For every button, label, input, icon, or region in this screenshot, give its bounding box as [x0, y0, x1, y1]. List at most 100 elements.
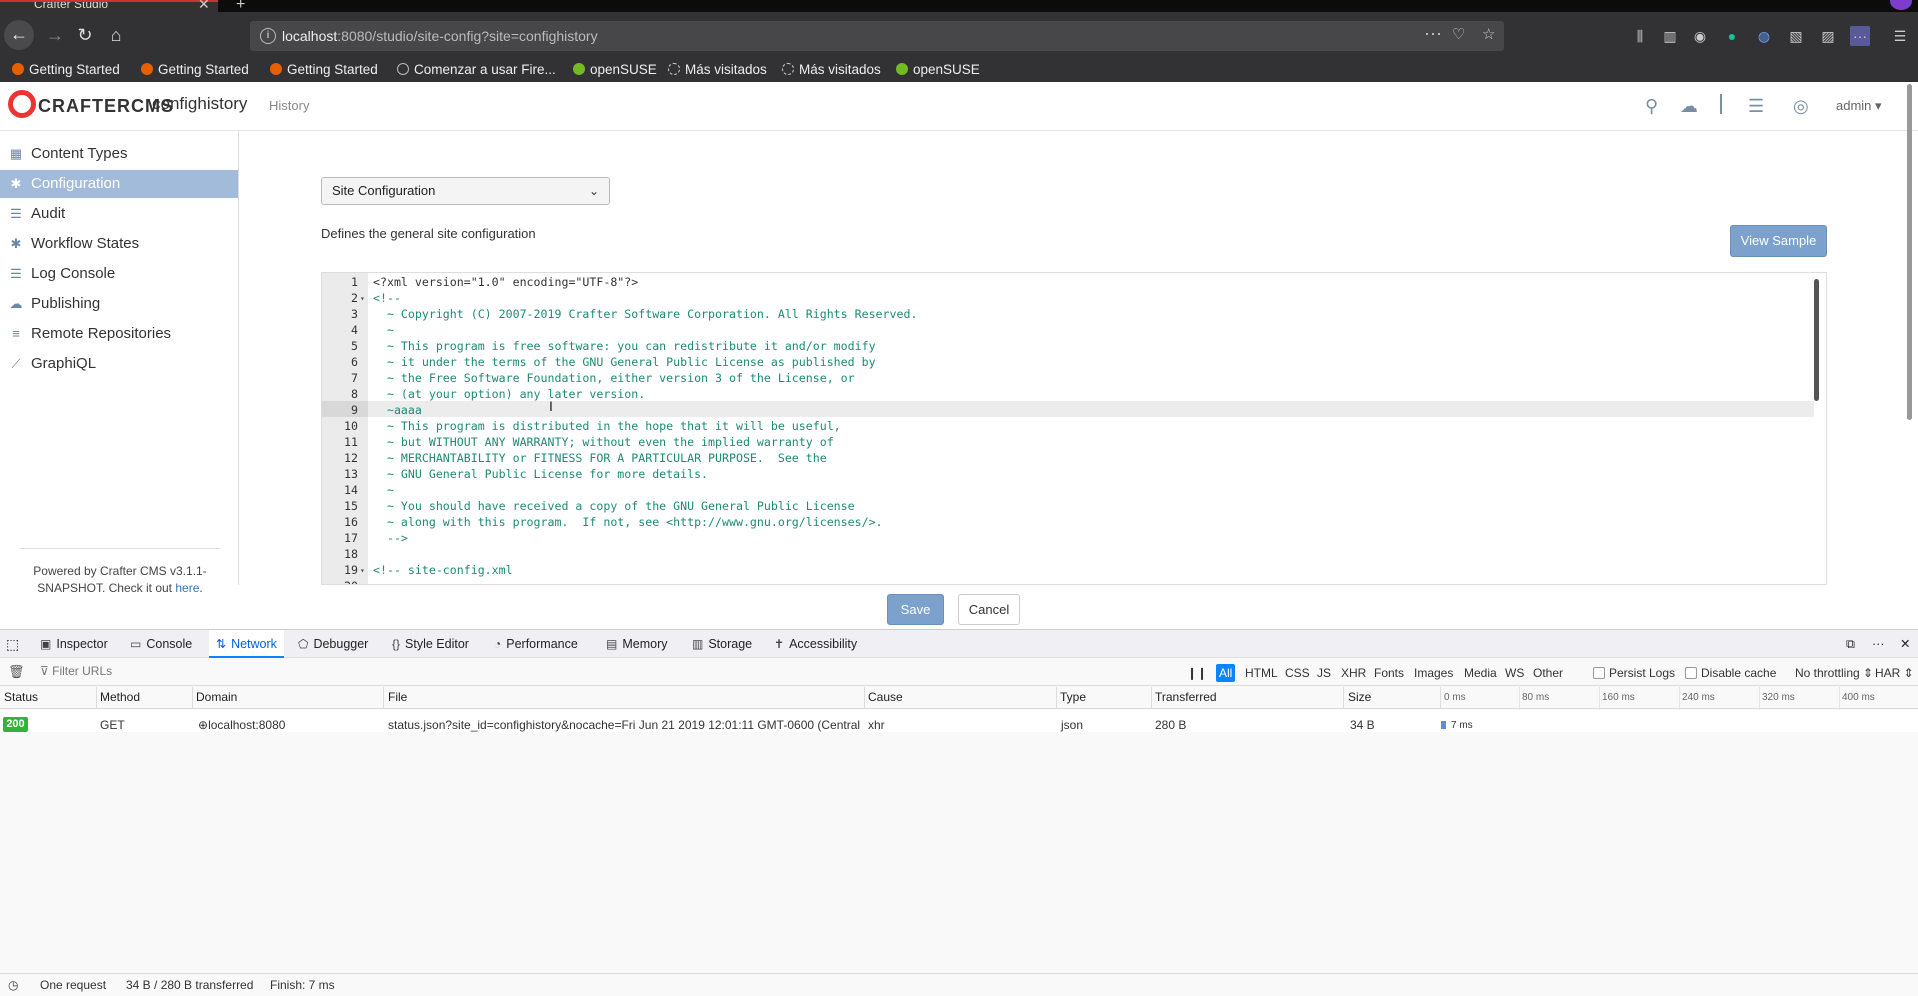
- bookmark-item[interactable]: openSUSE: [573, 58, 657, 82]
- bookmark-item[interactable]: Getting Started: [270, 58, 378, 82]
- col-size[interactable]: Size: [1348, 690, 1371, 704]
- filter-type-css[interactable]: CSS: [1282, 664, 1313, 682]
- sidebar-item-audit[interactable]: ☰ Audit: [0, 200, 238, 228]
- extension-globe-icon[interactable]: ◍: [1754, 26, 1774, 46]
- close-devtools-icon[interactable]: ✕: [1900, 630, 1910, 658]
- powered-here-link[interactable]: here: [175, 581, 199, 595]
- line-number: 12: [344, 451, 358, 465]
- extension-k-icon[interactable]: ▨: [1818, 26, 1838, 46]
- library-icon[interactable]: ⫼: [1630, 26, 1650, 46]
- fold-toggle-icon[interactable]: ▾: [360, 294, 365, 303]
- col-domain[interactable]: Domain: [196, 690, 237, 704]
- cloud-upload-icon[interactable]: ☁: [1680, 96, 1698, 117]
- bookmark-item[interactable]: Getting Started: [141, 58, 249, 82]
- site-info-icon[interactable]: i: [260, 28, 276, 44]
- menu-icon[interactable]: ☰: [1748, 96, 1764, 117]
- bookmark-item[interactable]: Comenzar a usar Fire...: [397, 58, 556, 82]
- sidebar-item-configuration[interactable]: ✱ Configuration: [0, 170, 238, 198]
- url-bar[interactable]: localhost:8080/studio/site-config?site=c…: [250, 21, 1504, 51]
- grammarly-icon[interactable]: ●: [1722, 26, 1742, 46]
- config-file-select[interactable]: Site Configuration ⌄: [321, 177, 610, 205]
- tab-performance[interactable]: ◔ Performance: [494, 630, 578, 658]
- extension-icon[interactable]: ▧: [1786, 26, 1806, 46]
- sidebar-item-remote-repositories[interactable]: ≡ Remote Repositories: [0, 320, 238, 348]
- reload-icon[interactable]: ↻: [70, 21, 100, 49]
- bookmark-item[interactable]: Getting Started: [12, 58, 120, 82]
- save-button[interactable]: Save: [887, 594, 944, 625]
- har-menu[interactable]: HAR ⇕: [1872, 664, 1917, 682]
- browser-tab-crafter-studio[interactable]: Crafter Studio: [0, 0, 218, 12]
- filter-type-xhr[interactable]: XHR: [1338, 664, 1369, 682]
- tab-accessibility[interactable]: ✝ Accessibility: [774, 630, 857, 658]
- line-number: 4: [351, 323, 358, 337]
- editor-scrollbar[interactable]: [1814, 279, 1819, 401]
- page-actions-icon[interactable]: ···: [1424, 23, 1442, 44]
- trash-icon[interactable]: 🗑: [8, 664, 25, 680]
- back-arrow-icon[interactable]: ←: [4, 20, 34, 50]
- tab-debugger[interactable]: ⬠ Debugger: [298, 630, 368, 658]
- page-scrollbar[interactable]: [1907, 84, 1912, 420]
- dock-side-icon[interactable]: ⧉: [1846, 630, 1855, 658]
- forward-arrow-icon[interactable]: →: [40, 21, 70, 49]
- col-file[interactable]: File: [388, 690, 407, 704]
- sidebar-item-log-console[interactable]: ☰ Log Console: [0, 260, 238, 288]
- tab-network[interactable]: ⇅ Network: [209, 630, 284, 658]
- tab-storage[interactable]: ▥ Storage: [692, 630, 752, 658]
- tab-console[interactable]: ▭ Console: [130, 630, 192, 658]
- filter-type-images[interactable]: Images: [1411, 664, 1456, 682]
- stopwatch-icon[interactable]: ◷: [8, 978, 18, 992]
- col-transferred[interactable]: Transferred: [1155, 690, 1217, 704]
- sidebar-toggle-icon[interactable]: ▥: [1660, 26, 1680, 46]
- col-type[interactable]: Type: [1060, 690, 1086, 704]
- tab-style-editor[interactable]: {} Style Editor: [392, 630, 469, 658]
- persist-logs-checkbox[interactable]: Persist Logs: [1590, 664, 1678, 682]
- browser-menu-icon[interactable]: ☰: [1890, 26, 1910, 46]
- cancel-button[interactable]: Cancel: [958, 594, 1020, 625]
- search-icon[interactable]: ⚲: [1645, 96, 1658, 117]
- bookmark-star-icon[interactable]: ☆: [1482, 25, 1495, 43]
- crafter-logo[interactable]: CRAFTERCMS: [8, 90, 174, 120]
- bookmark-label: Más visitados: [799, 62, 881, 77]
- bookmark-item[interactable]: Más visitados: [668, 58, 767, 82]
- filter-urls-input[interactable]: ⊽ Filter URLs: [40, 664, 340, 682]
- help-lifebuoy-icon[interactable]: ◎: [1793, 96, 1809, 117]
- filter-type-js[interactable]: JS: [1314, 664, 1334, 682]
- filter-type-other[interactable]: Other: [1530, 664, 1566, 682]
- filter-type-fonts[interactable]: Fonts: [1371, 664, 1407, 682]
- filter-type-ws[interactable]: WS: [1502, 664, 1527, 682]
- sidebar-item-publishing[interactable]: ☁ Publishing: [0, 290, 238, 318]
- site-name[interactable]: confighistory: [152, 94, 247, 114]
- tab-label: Inspector: [56, 637, 108, 651]
- fold-toggle-icon[interactable]: ▾: [360, 566, 365, 575]
- col-method[interactable]: Method: [100, 690, 140, 704]
- home-icon[interactable]: ⌂: [101, 21, 131, 49]
- tab-memory[interactable]: ▤ Memory: [606, 630, 668, 658]
- sidebar-item-workflow-states[interactable]: ✱ Workflow States: [0, 230, 238, 258]
- extension-overflow-icon[interactable]: ···: [1850, 26, 1870, 46]
- disable-cache-checkbox[interactable]: Disable cache: [1682, 664, 1779, 682]
- filter-type-html[interactable]: HTML: [1242, 664, 1281, 682]
- account-icon[interactable]: ◉: [1690, 26, 1710, 46]
- devtools-options-icon[interactable]: ···: [1872, 630, 1885, 658]
- sidebar-item-graphiql[interactable]: ⟋ GraphiQL: [0, 350, 238, 378]
- code-editor[interactable]: 1 <?xml version="1.0" encoding="UTF-8"?> 2…: [321, 272, 1827, 585]
- table-row[interactable]: [0, 710, 1918, 732]
- filter-type-media[interactable]: Media: [1461, 664, 1500, 682]
- col-status[interactable]: Status: [4, 690, 38, 704]
- bookmark-item[interactable]: Más visitados: [782, 58, 881, 82]
- history-link[interactable]: History: [269, 98, 309, 113]
- waterfall-bar: [1441, 721, 1446, 729]
- view-sample-button[interactable]: View Sample: [1730, 225, 1827, 257]
- sidebar-item-content-types[interactable]: ▦ Content Types: [0, 140, 238, 168]
- col-cause[interactable]: Cause: [868, 690, 903, 704]
- element-picker-icon[interactable]: ⬚: [6, 630, 19, 658]
- bookmark-label: openSUSE: [913, 62, 980, 77]
- user-menu[interactable]: admin ▾: [1836, 98, 1882, 114]
- filter-type-all[interactable]: All: [1216, 664, 1236, 682]
- pocket-icon[interactable]: ♡: [1452, 25, 1465, 43]
- tab-inspector[interactable]: ▣ Inspector: [40, 630, 108, 658]
- bookmark-item[interactable]: openSUSE: [896, 58, 980, 82]
- pause-icon[interactable]: ❙❙: [1184, 664, 1210, 682]
- throttling-select[interactable]: No throttling ⇕: [1792, 664, 1876, 682]
- list-icon: ☰: [10, 206, 22, 221]
